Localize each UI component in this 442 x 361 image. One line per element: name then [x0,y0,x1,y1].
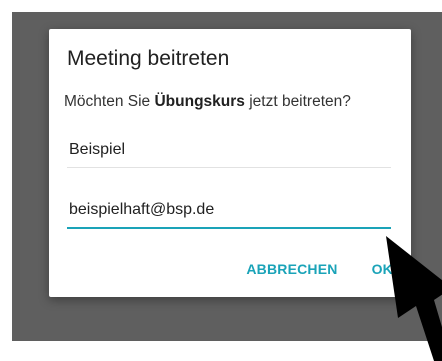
cancel-button[interactable]: ABBRECHEN [246,261,337,277]
arrow-pointer-shape [386,236,442,361]
message-prefix: Möchten Sie [64,93,155,110]
dialog-actions: ABBRECHEN OK [246,261,393,277]
name-field[interactable] [67,138,391,168]
arrow-pointer-icon [386,236,442,361]
message-suffix: jetzt beitreten? [244,93,351,110]
course-name: Übungskurs [154,93,245,110]
join-meeting-dialog: Meeting beitreten Möchten Sie Übungskurs… [49,29,411,297]
dialog-message: Möchten Sie Übungskurs jetzt beitreten? [64,93,351,111]
email-field[interactable] [67,199,391,229]
dialog-title: Meeting beitreten [67,47,230,70]
